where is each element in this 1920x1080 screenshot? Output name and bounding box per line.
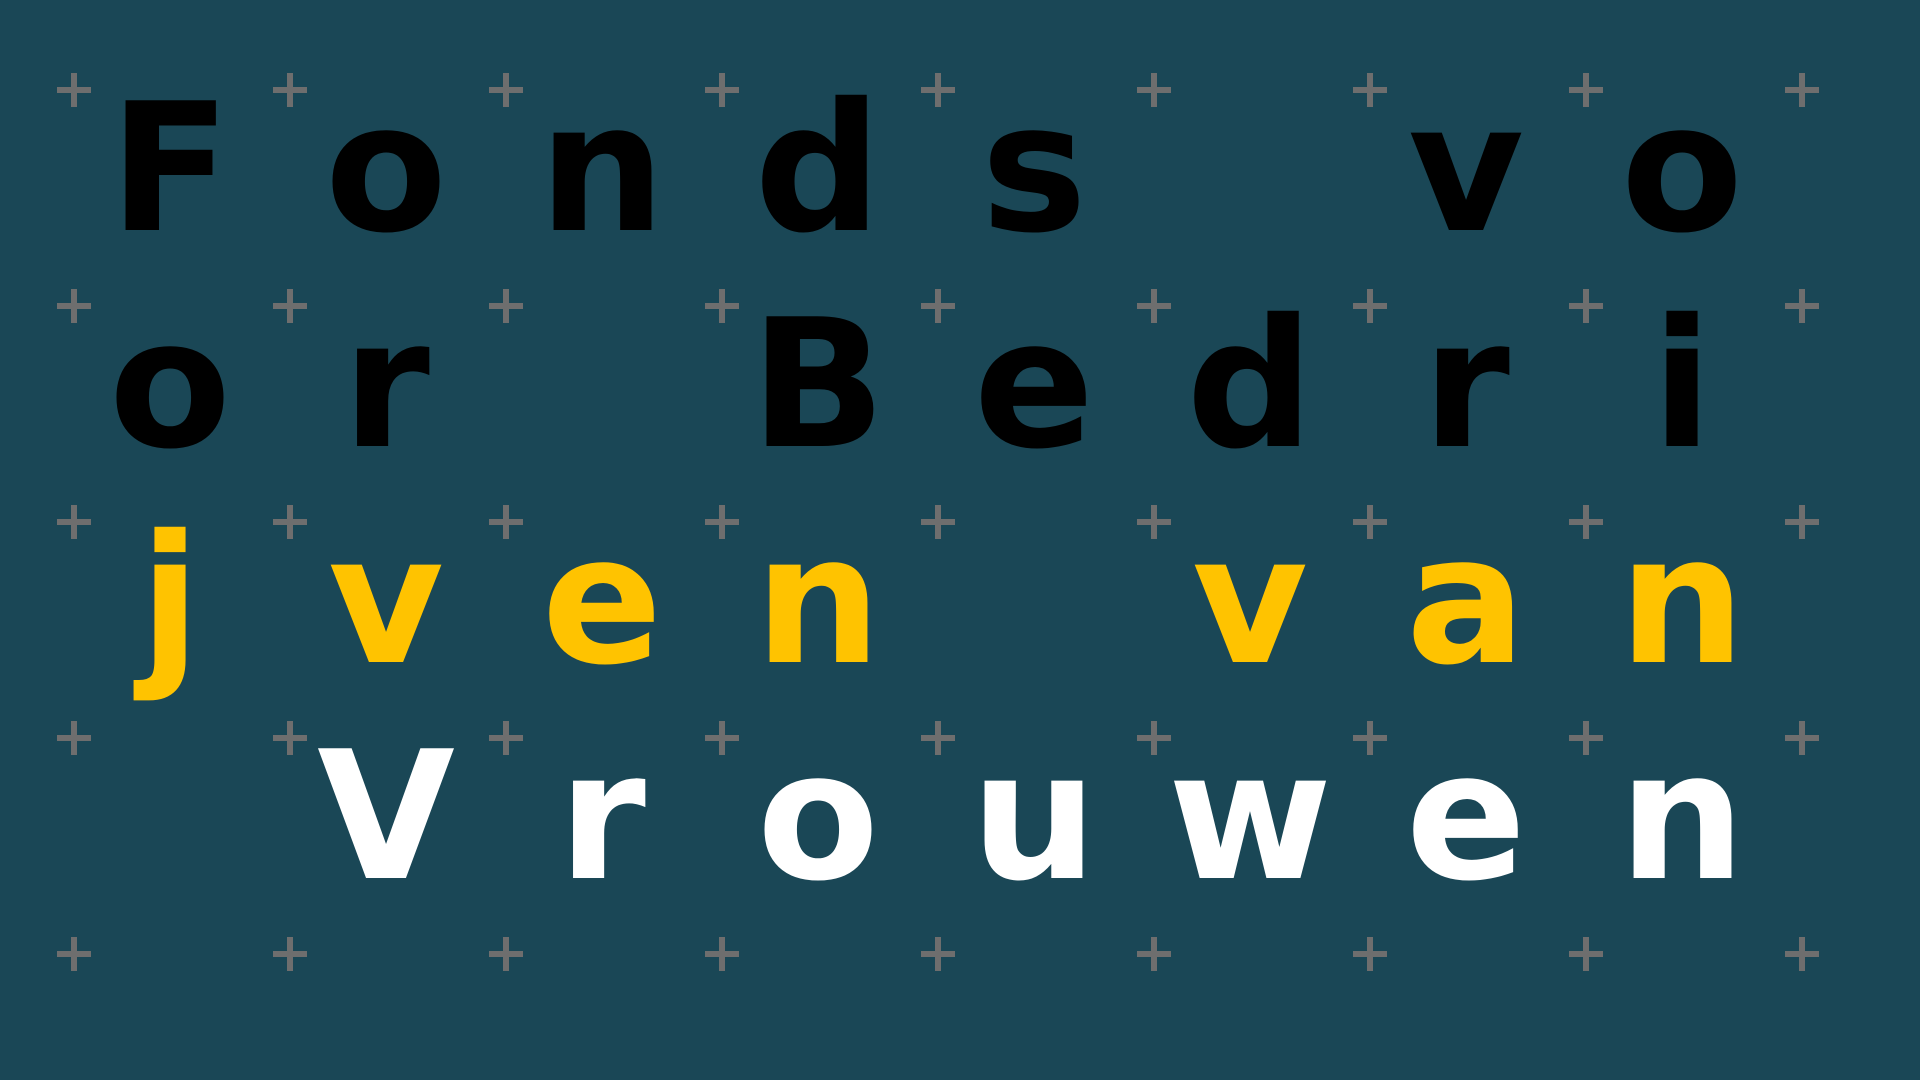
title-letter — [494, 306, 710, 522]
title-letter: r — [342, 281, 430, 488]
title-letter: v — [327, 497, 445, 704]
title-letter: j — [139, 497, 201, 704]
title-letter: s — [981, 65, 1087, 272]
title-letter — [1142, 90, 1358, 306]
title-letter: e — [541, 497, 663, 704]
title-letter: i — [1651, 281, 1713, 488]
title-letter: w — [1167, 713, 1333, 920]
title-letter: r — [558, 713, 646, 920]
title-letter: o — [324, 65, 448, 272]
title-letter: o — [1620, 65, 1744, 272]
title-letter — [62, 738, 278, 954]
title-letter-grid: Fonds voor Bedrijven van Vrouwen — [0, 0, 1920, 1080]
title-letter — [926, 522, 1142, 738]
title-letter: v — [1191, 497, 1309, 704]
title-letter: n — [1618, 713, 1746, 920]
title-letter: d — [754, 65, 882, 272]
title-letter: n — [754, 497, 882, 704]
title-letter: e — [973, 281, 1095, 488]
title-letter: a — [1405, 497, 1527, 704]
title-letter: n — [538, 65, 666, 272]
title-letter: B — [750, 281, 886, 488]
title-letter: e — [1405, 713, 1527, 920]
title-letter: n — [1618, 497, 1746, 704]
title-letter: r — [1422, 281, 1510, 488]
title-letter: o — [108, 281, 232, 488]
title-letter: u — [970, 713, 1098, 920]
title-letter: v — [1407, 65, 1525, 272]
title-letter: V — [317, 713, 455, 920]
title-letter: d — [1186, 281, 1314, 488]
title-letter: F — [109, 65, 231, 272]
title-letter: o — [756, 713, 880, 920]
banner-canvas: Fonds voor Bedrijven van Vrouwen — [0, 0, 1920, 1080]
